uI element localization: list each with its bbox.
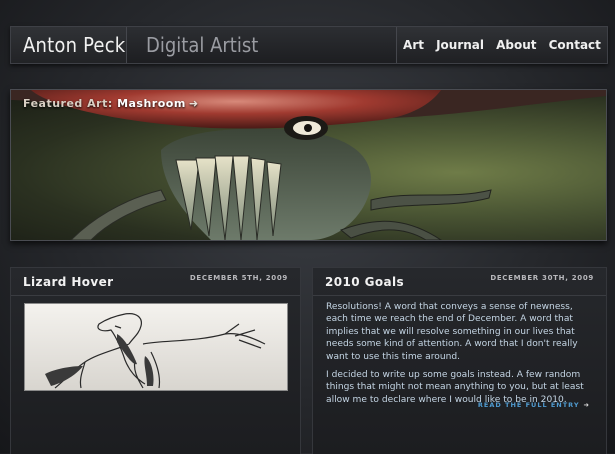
entry-date: DECEMBER 30TH, 2009 [490,274,594,282]
read-more-label[interactable]: READ THE FULL ENTRY [478,401,580,409]
nav-item-art[interactable]: Art [403,38,424,52]
entry-excerpt: Resolutions! A word that conveys a sense… [326,301,594,412]
featured-title[interactable]: Mashroom [117,97,186,110]
lizard-sketch [45,313,266,389]
nav-item-journal[interactable]: Journal [436,38,484,52]
entry-date: DECEMBER 5TH, 2009 [189,274,288,282]
journal-entry-lizard-hover: Lizard Hover DECEMBER 5TH, 2009 [10,267,301,454]
lizard-artwork-thumbnail[interactable] [24,303,288,391]
divider [313,295,606,296]
site-header: Anton Peck Digital Artist Art Journal Ab… [10,26,608,64]
journal-entry-2010-goals: 2010 Goals DECEMBER 30TH, 2009 Resolutio… [312,267,607,454]
featured-prefix: Featured Art: [23,97,118,110]
nav-item-about[interactable]: About [496,38,536,52]
mushroom-artwork [11,90,606,240]
entry-title[interactable]: Lizard Hover [23,275,114,289]
excerpt-paragraph-1: Resolutions! A word that conveys a sense… [326,302,578,362]
entry-title[interactable]: 2010 Goals [325,275,404,289]
main-nav: Art Journal About Contact [396,27,607,63]
featured-art-banner[interactable]: Featured Art: Mashroom ➜ [10,89,607,241]
nav-item-contact[interactable]: Contact [549,38,601,52]
divider [11,295,300,296]
site-tagline: Digital Artist [146,33,259,57]
site-name[interactable]: Anton Peck [11,27,127,63]
arrow-right-icon: ➜ [583,401,590,409]
read-full-entry-link[interactable]: READ THE FULL ENTRY ➜ [478,401,590,409]
featured-art-label[interactable]: Featured Art: Mashroom ➜ [23,97,199,110]
arrow-right-icon: ➜ [188,97,199,110]
